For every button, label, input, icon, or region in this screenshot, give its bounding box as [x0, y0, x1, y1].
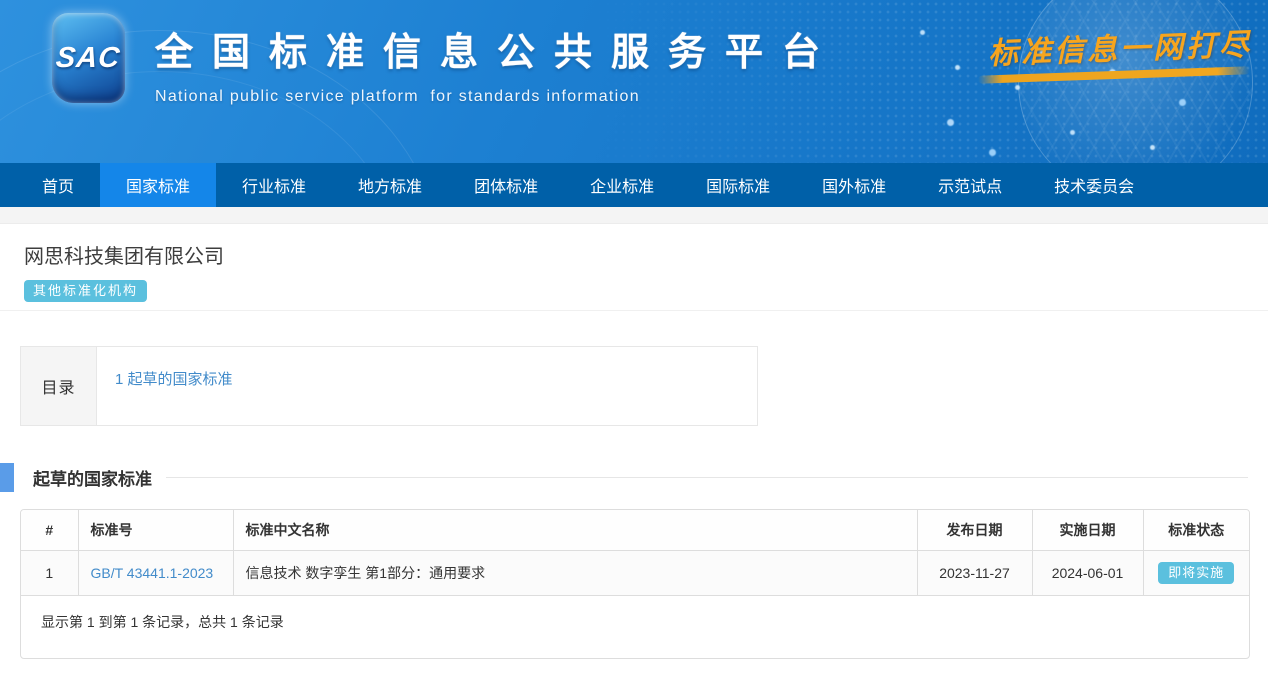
toc-label: 目录	[21, 347, 96, 425]
column-header-status: 标准状态	[1143, 510, 1249, 551]
nav-tab-pilot-programs[interactable]: 示范试点	[912, 163, 1028, 207]
site-slogan: 标准信息一网打尽	[987, 19, 1258, 72]
nav-tab-international-standards[interactable]: 国际标准	[680, 163, 796, 207]
nav-tab-enterprise-standards[interactable]: 企业标准	[564, 163, 680, 207]
sac-logo: SAC	[52, 13, 125, 103]
cell-standard-no: GB/T 43441.1-2023	[78, 551, 233, 596]
status-badge: 即将实施	[1158, 562, 1234, 584]
section-divider-line	[166, 477, 1248, 478]
cell-name-cn: 信息技术 数字孪生 第1部分：通用要求	[233, 551, 917, 596]
section-marker	[0, 463, 14, 492]
table-record-summary: 显示第 1 到第 1 条记录，总共 1 条记录	[21, 596, 1249, 658]
main-nav: 首页 国家标准 行业标准 地方标准 团体标准 企业标准 国际标准 国外标准 示范…	[0, 163, 1268, 207]
standards-table: # 标准号 标准中文名称 发布日期 实施日期 标准状态 1 GB/T 43441…	[21, 510, 1249, 596]
section-title: 起草的国家标准	[33, 465, 152, 490]
cell-implement-date: 2024-06-01	[1032, 551, 1143, 596]
site-subtitle: National public service platform for sta…	[155, 88, 839, 106]
column-header-index: #	[21, 510, 78, 551]
table-of-contents: 目录 1 起草的国家标准	[20, 346, 758, 426]
site-title-block: 全国标准信息公共服务平台 National public service pla…	[155, 21, 839, 106]
standards-table-container: # 标准号 标准中文名称 发布日期 实施日期 标准状态 1 GB/T 43441…	[20, 509, 1250, 659]
nav-tab-foreign-standards[interactable]: 国外标准	[796, 163, 912, 207]
standard-number-link[interactable]: GB/T 43441.1-2023	[91, 565, 214, 581]
section-header: 起草的国家标准	[0, 463, 1268, 492]
nav-tab-group-standards[interactable]: 团体标准	[448, 163, 564, 207]
table-row: 1 GB/T 43441.1-2023 信息技术 数字孪生 第1部分：通用要求 …	[21, 551, 1249, 596]
cell-status: 即将实施	[1143, 551, 1249, 596]
nav-tab-home[interactable]: 首页	[16, 163, 100, 207]
toc-link-drafted-standards[interactable]: 1 起草的国家标准	[115, 371, 233, 388]
toc-body: 1 起草的国家标准	[96, 347, 757, 425]
nav-tab-industry-standards[interactable]: 行业标准	[216, 163, 332, 207]
nav-content-separator	[0, 207, 1268, 224]
column-header-publish-date: 发布日期	[917, 510, 1032, 551]
cell-publish-date: 2023-11-27	[917, 551, 1032, 596]
organization-type-badge: 其他标准化机构	[24, 280, 147, 302]
column-header-implement-date: 实施日期	[1032, 510, 1143, 551]
site-header: SAC 全国标准信息公共服务平台 National public service…	[0, 0, 1268, 163]
organization-header: 网思科技集团有限公司 其他标准化机构	[0, 224, 1268, 311]
table-header-row: # 标准号 标准中文名称 发布日期 实施日期 标准状态	[21, 510, 1249, 551]
spark-dots-decoration	[920, 30, 925, 35]
nav-tab-national-standards[interactable]: 国家标准	[100, 163, 216, 207]
site-title: 全国标准信息公共服务平台	[155, 21, 839, 76]
sac-logo-text: SAC	[55, 42, 123, 75]
main-content: 网思科技集团有限公司 其他标准化机构 目录 1 起草的国家标准 起草的国家标准 …	[0, 224, 1268, 659]
nav-tab-local-standards[interactable]: 地方标准	[332, 163, 448, 207]
column-header-standard-no: 标准号	[78, 510, 233, 551]
column-header-name-cn: 标准中文名称	[233, 510, 917, 551]
organization-name: 网思科技集团有限公司	[24, 244, 1248, 270]
nav-tab-technical-committees[interactable]: 技术委员会	[1028, 163, 1160, 207]
cell-index: 1	[21, 551, 78, 596]
